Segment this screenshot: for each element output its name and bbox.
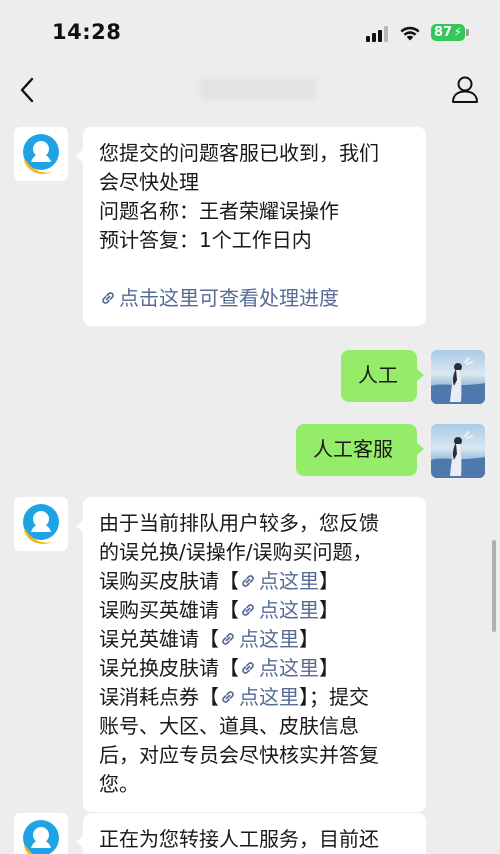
click-here-link[interactable]: 点这里 <box>239 656 319 680</box>
message-text: 您提交的问题客服已收到，我们 <box>99 141 379 165</box>
service-logo-icon <box>23 504 59 544</box>
link-icon <box>102 292 114 304</box>
message-text: 误购买皮肤请【 点这里】 <box>99 567 410 596</box>
progress-link-label[interactable]: 点击这里可查看处理进度 <box>119 286 339 310</box>
battery-level: 87 <box>434 25 453 40</box>
bot-avatar[interactable] <box>14 127 68 181</box>
message-text: 误兑英雄请【 点这里】 <box>99 625 410 654</box>
message-text: 】 <box>319 598 339 622</box>
battery-icon: 87 ⚡ <box>431 24 465 41</box>
message-text: 正在为您转接人工服务，目前还 <box>99 827 379 851</box>
status-bar: 14:28 87 ⚡ <box>0 0 500 62</box>
message-text: 误兑英雄请【 <box>99 627 219 651</box>
nav-bar <box>0 62 500 118</box>
battery-cap <box>466 29 469 36</box>
link-icon <box>242 604 254 616</box>
message-text: 】 <box>319 569 339 593</box>
scroll-indicator[interactable] <box>492 540 496 632</box>
click-here-link[interactable]: 点这里 <box>219 627 299 651</box>
message-bubble-incoming: 正在为您转接人工服务，目前还 <box>76 813 426 854</box>
click-here-label[interactable]: 点这里 <box>259 656 319 680</box>
message-text: 误购买英雄请【 点这里】 <box>99 596 410 625</box>
message-bubble-outgoing: 人工 <box>341 350 424 402</box>
message-text: 由于当前排队用户较多，您反馈 <box>99 511 379 535</box>
message-spacer <box>99 255 410 284</box>
user-avatar[interactable] <box>431 350 485 404</box>
wifi-icon <box>400 26 420 41</box>
click-here-label[interactable]: 点这里 <box>259 598 319 622</box>
link-icon <box>242 662 254 674</box>
signal-icon <box>366 26 390 42</box>
click-here-label[interactable]: 点这里 <box>239 627 299 651</box>
chat-title <box>200 78 316 100</box>
message-text: 误消耗点券【 <box>99 685 219 709</box>
message-text: 会尽快处理 <box>99 170 199 194</box>
message-text: 误购买英雄请【 <box>99 598 239 622</box>
click-here-link[interactable]: 点这里 <box>239 569 319 593</box>
service-logo-icon <box>23 134 59 174</box>
message-text: 】 <box>299 627 319 651</box>
status-time: 14:28 <box>52 20 122 44</box>
user-photo-icon <box>431 431 485 478</box>
back-icon[interactable] <box>16 76 42 104</box>
user-avatar[interactable] <box>431 424 485 478</box>
link-icon <box>222 691 234 703</box>
message-text: 人工 <box>358 363 398 387</box>
click-here-link[interactable]: 点这里 <box>219 685 299 709</box>
message-text: 误兑换皮肤请【 <box>99 656 239 680</box>
message-text: 您。 <box>99 772 139 796</box>
message-text: 】 <box>319 656 339 680</box>
progress-link[interactable]: 点击这里可查看处理进度 <box>99 284 410 313</box>
message-text: 预计答复：1个工作日内 <box>99 228 312 252</box>
message-bubble-incoming: 您提交的问题客服已收到，我们 会尽快处理 问题名称：王者荣耀误操作 预计答复：1… <box>76 127 426 326</box>
link-icon <box>222 633 234 645</box>
message-text: 后，对应专员会尽快核实并答复 <box>99 743 379 767</box>
message-text: 问题名称：王者荣耀误操作 <box>99 199 339 223</box>
charging-icon: ⚡ <box>453 25 462 39</box>
message-text: 误购买皮肤请【 <box>99 569 239 593</box>
click-here-link[interactable]: 点这里 <box>239 598 319 622</box>
user-photo-icon <box>431 357 485 404</box>
bot-avatar[interactable] <box>14 813 68 854</box>
message-text: 误兑换皮肤请【 点这里】 <box>99 654 410 683</box>
message-text: 的误兑换/误操作/误购买问题， <box>99 540 373 564</box>
message-bubble-outgoing: 人工客服 <box>296 424 424 476</box>
click-here-label[interactable]: 点这里 <box>239 685 299 709</box>
link-icon <box>242 575 254 587</box>
chat-screen: 14:28 87 ⚡ 您提交的问题客服已收到，我们 会尽快处理 问题名称：王者荣… <box>0 0 500 854</box>
profile-icon[interactable] <box>450 74 480 104</box>
message-text: 账号、大区、道具、皮肤信息 <box>99 714 359 738</box>
bot-avatar[interactable] <box>14 497 68 551</box>
click-here-label[interactable]: 点这里 <box>259 569 319 593</box>
message-text: 人工客服 <box>313 437 393 461</box>
message-text: 误消耗点券【 点这里】；提交 <box>99 683 410 712</box>
message-bubble-incoming: 由于当前排队用户较多，您反馈 的误兑换/误操作/误购买问题， 误购买皮肤请【 点这… <box>76 497 426 812</box>
service-logo-icon <box>23 820 59 854</box>
message-text: 】；提交 <box>299 685 369 709</box>
